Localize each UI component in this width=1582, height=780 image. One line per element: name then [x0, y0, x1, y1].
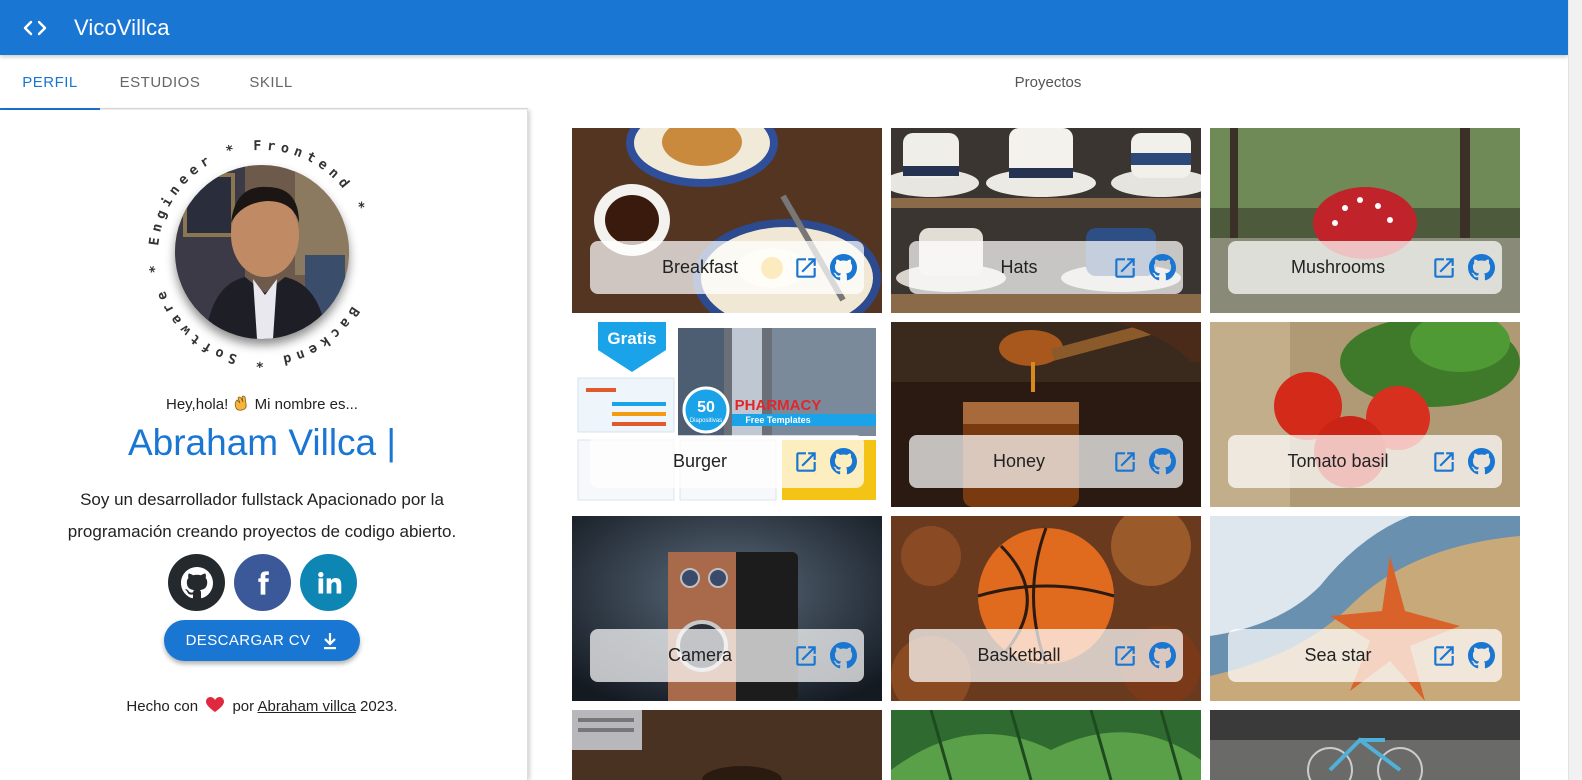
- footer-prefix: Hecho con: [126, 698, 199, 715]
- open-link-icon[interactable]: [1112, 255, 1138, 281]
- card-title: Hats: [1000, 257, 1038, 277]
- github-icon[interactable]: [1468, 642, 1495, 669]
- waving-hand-icon: [232, 395, 254, 413]
- project-card-camera[interactable]: Camera: [572, 516, 882, 701]
- author-link[interactable]: Abraham villca: [258, 698, 356, 715]
- card-title: Burger: [672, 451, 728, 471]
- open-link-icon[interactable]: [793, 255, 819, 281]
- footer-year: 2023.: [360, 698, 398, 715]
- projects-title: Proyectos: [1014, 73, 1082, 91]
- card-title: Tomato basil: [1287, 451, 1389, 471]
- project-card-burger[interactable]: Gratis 50 Diapositivas PHARMACY Free Tem…: [572, 322, 882, 507]
- heart-icon: [206, 697, 225, 717]
- promo-subtitle: Diapositivas: [690, 418, 722, 424]
- social-links: [168, 554, 357, 611]
- card-caption: Hats: [909, 241, 1183, 294]
- card-caption: Basketball: [909, 629, 1183, 682]
- promo-caption: Free Templates: [745, 415, 810, 425]
- open-link-icon[interactable]: [1431, 643, 1457, 669]
- project-card-honey[interactable]: Honey: [891, 322, 1201, 507]
- github-icon[interactable]: [1468, 448, 1495, 475]
- card-caption: Honey: [909, 435, 1183, 488]
- project-card-tomato-basil[interactable]: Tomato basil: [1210, 322, 1520, 507]
- project-card-fern[interactable]: [891, 710, 1201, 780]
- open-link-icon[interactable]: [1431, 449, 1457, 475]
- open-link-icon[interactable]: [793, 643, 819, 669]
- card-caption: Tomato basil: [1228, 435, 1502, 488]
- github-icon: [180, 566, 213, 598]
- project-card-breakfast[interactable]: Breakfast: [572, 128, 882, 313]
- card-caption: Burger: [590, 435, 864, 488]
- promo-badge: Gratis: [607, 329, 656, 348]
- open-link-icon[interactable]: [1112, 449, 1138, 475]
- tab-estudios[interactable]: ESTUDIOS: [100, 55, 220, 109]
- profile-name: Abraham Villca |: [127, 422, 397, 463]
- download-cv-label: DESCARGAR CV: [185, 632, 311, 649]
- card-title: Mushrooms: [1290, 257, 1386, 277]
- download-icon: [324, 632, 337, 649]
- card-title: Honey: [992, 451, 1046, 471]
- github-link-button[interactable]: [168, 554, 225, 611]
- card-caption: Sea star: [1228, 629, 1502, 682]
- card-caption: Mushrooms: [1228, 241, 1502, 294]
- greeting-text-2: Mi nombre es...: [254, 396, 358, 413]
- project-card-coffee[interactable]: [572, 710, 882, 780]
- card-title: Sea star: [1304, 645, 1372, 665]
- project-card-mushrooms[interactable]: Mushrooms: [1210, 128, 1520, 313]
- card-title: Basketball: [977, 645, 1061, 665]
- tab-perfil[interactable]: PERFIL: [0, 55, 100, 110]
- footer: Hecho con por Abraham villca 2023.: [0, 697, 524, 717]
- avatar: [175, 165, 349, 339]
- download-cv-button[interactable]: DESCARGAR CV: [164, 620, 360, 661]
- facebook-link-button[interactable]: [234, 554, 291, 611]
- github-icon[interactable]: [1468, 254, 1495, 281]
- app-title: VicoVillca: [74, 14, 170, 40]
- code-icon[interactable]: [22, 18, 48, 38]
- footer-middle: por: [232, 698, 255, 715]
- open-link-icon[interactable]: [1112, 643, 1138, 669]
- project-card-basketball[interactable]: Basketball: [891, 516, 1201, 701]
- promo-title: PHARMACY: [735, 397, 822, 414]
- github-icon[interactable]: [1149, 448, 1176, 475]
- github-icon[interactable]: [1149, 642, 1176, 669]
- linkedin-link-button[interactable]: [300, 554, 357, 611]
- open-link-icon[interactable]: [793, 449, 819, 475]
- card-title: Breakfast: [661, 257, 739, 277]
- github-icon[interactable]: [830, 254, 857, 281]
- scrollbar[interactable]: [1568, 0, 1582, 780]
- profile-panel: Backend * Software * Engineer * Frontend…: [0, 110, 528, 780]
- project-card-hats[interactable]: Hats: [891, 128, 1201, 313]
- linkedin-icon: [317, 571, 341, 593]
- project-card-bike[interactable]: [1210, 710, 1520, 780]
- greeting: Hey,hola! Mi nombre es...: [0, 394, 524, 413]
- greeting-text: Hey,hola!: [166, 396, 229, 413]
- app-bar: VicoVillca: [0, 0, 1568, 55]
- profile-tabs: PERFIL ESTUDIOS SKILL: [0, 55, 528, 110]
- github-icon[interactable]: [1149, 254, 1176, 281]
- card-caption: Camera: [590, 629, 864, 682]
- card-caption: Breakfast: [590, 241, 864, 294]
- github-icon[interactable]: [830, 448, 857, 475]
- github-icon[interactable]: [830, 642, 857, 669]
- project-card-sea-star[interactable]: Sea star: [1210, 516, 1520, 701]
- card-title: Camera: [667, 645, 733, 665]
- facebook-icon: [257, 570, 269, 595]
- open-link-icon[interactable]: [1431, 255, 1457, 281]
- tab-skill[interactable]: SKILL: [220, 55, 322, 109]
- avatar-with-ring: Backend * Software * Engineer * Frontend…: [148, 140, 376, 368]
- profile-bio: Soy un desarrollador fullstack Apacionad…: [67, 490, 457, 541]
- promo-number: 50: [697, 399, 715, 416]
